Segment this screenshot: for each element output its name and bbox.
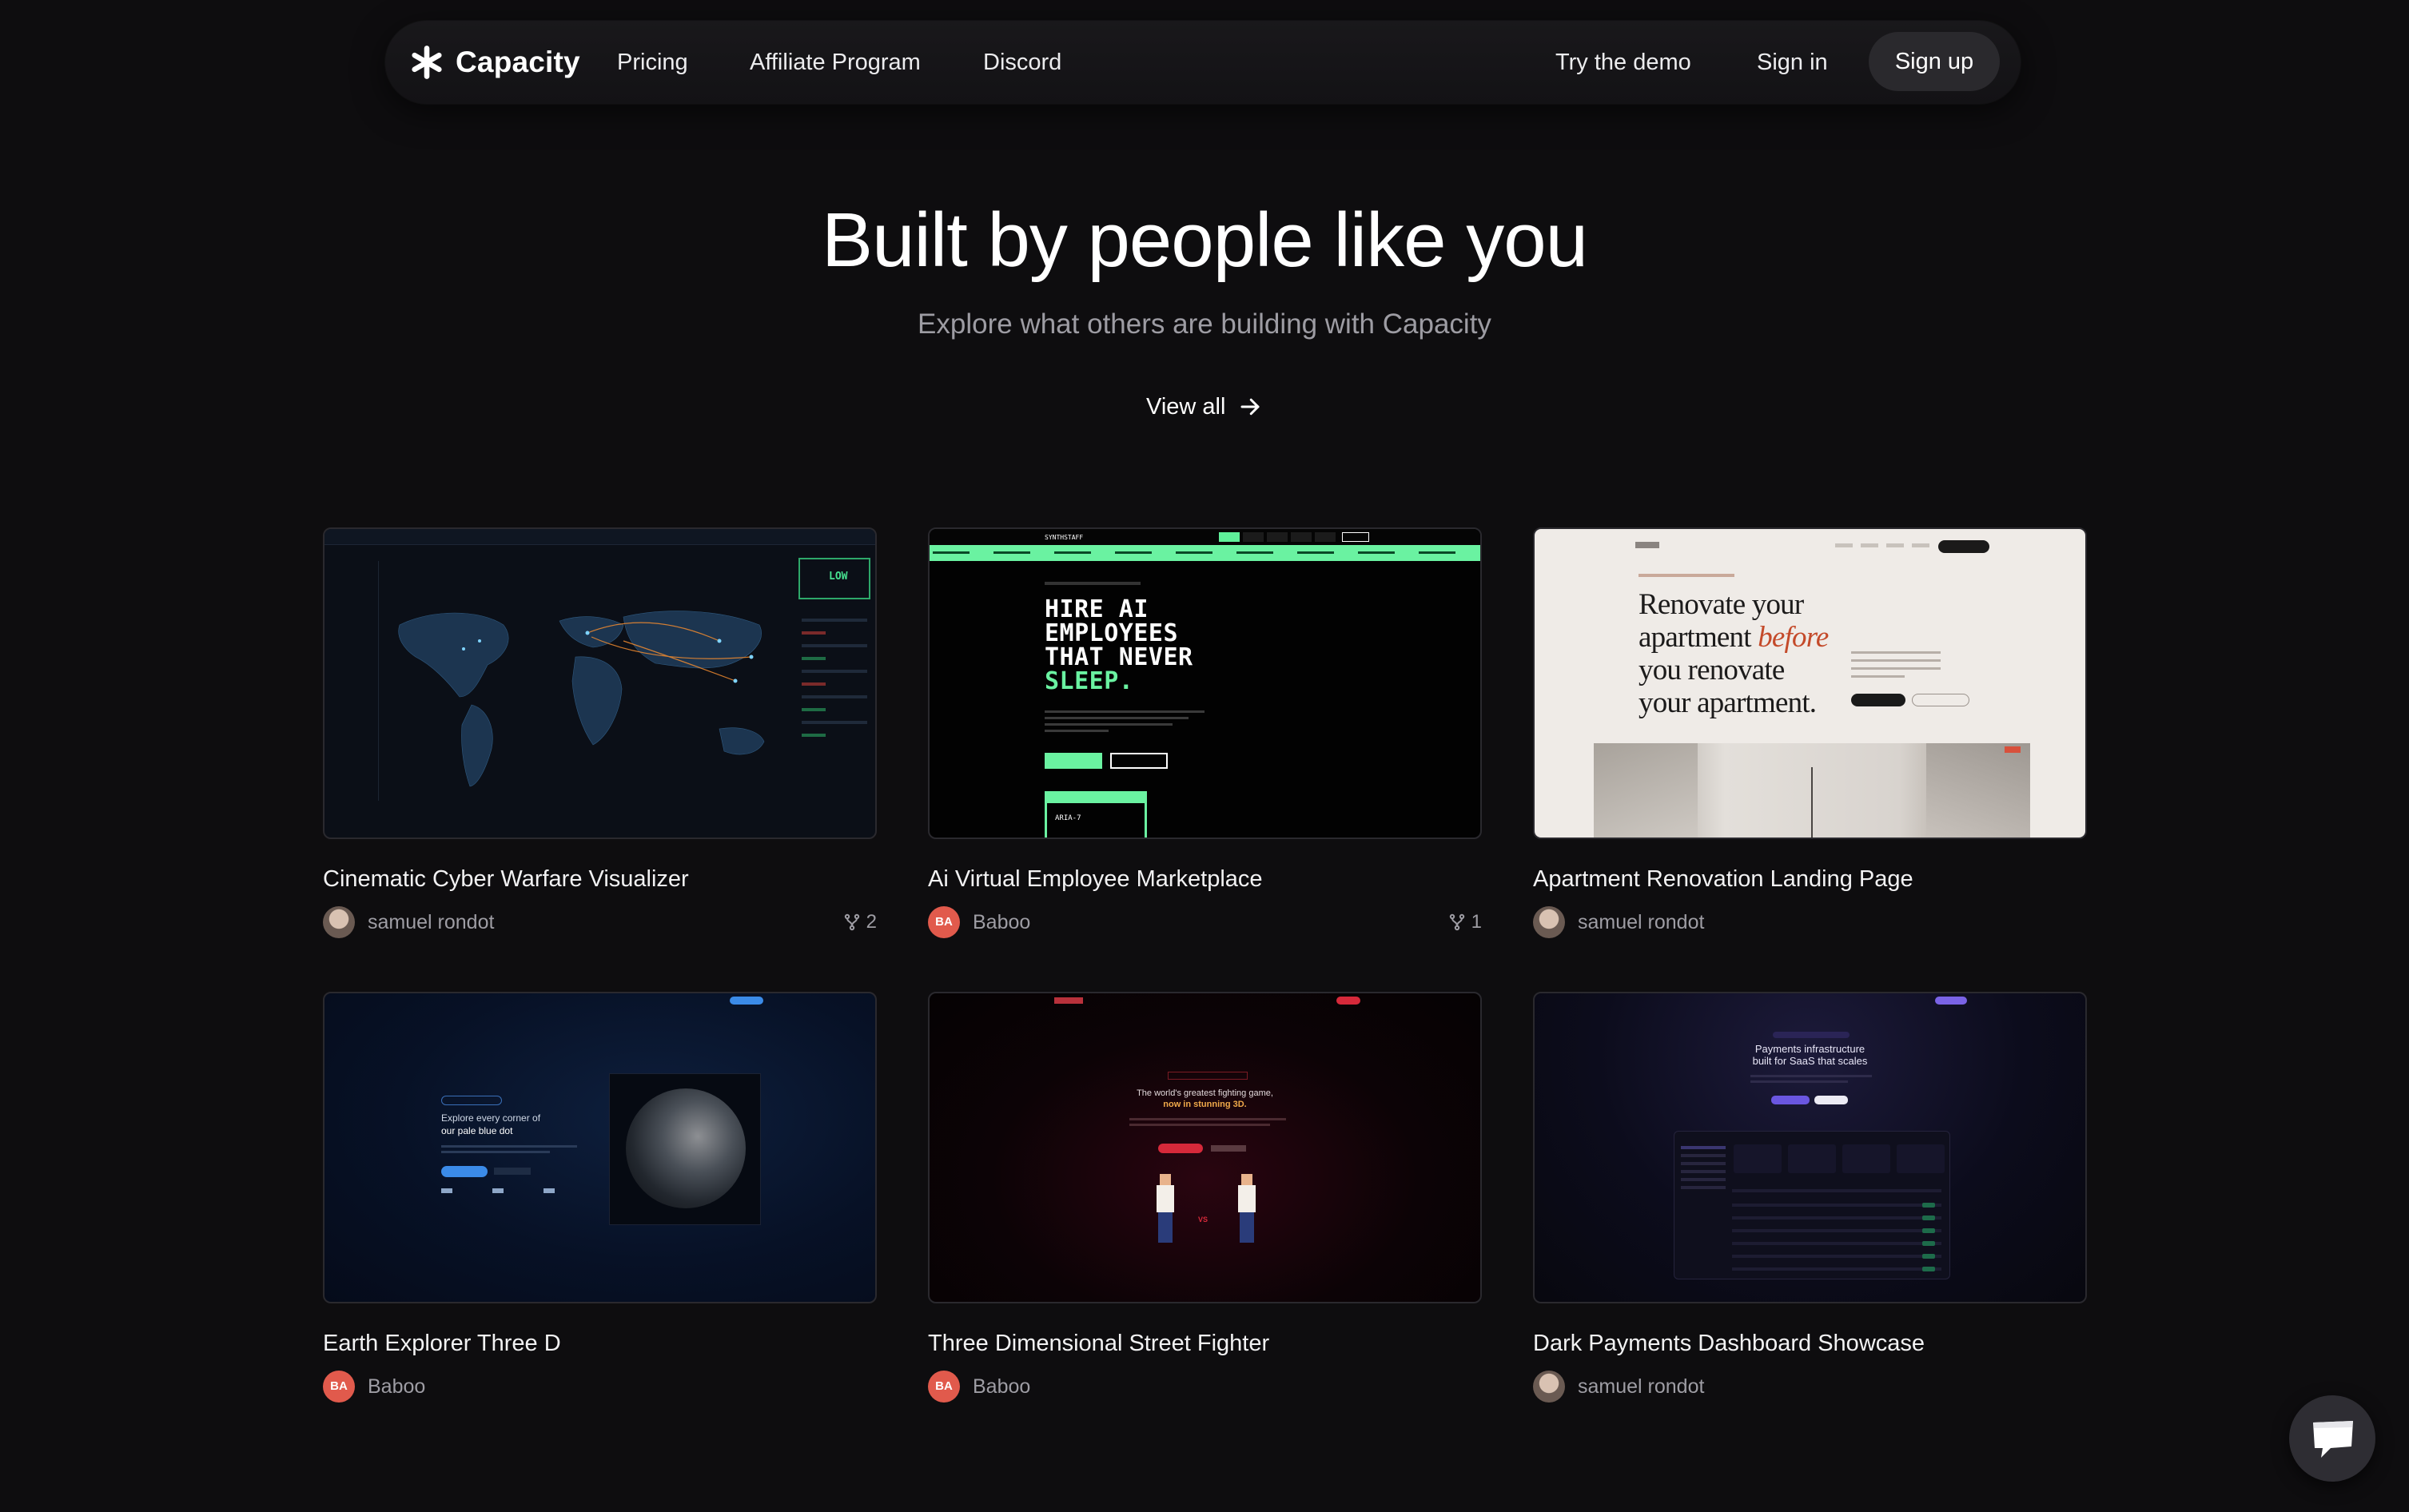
thumb-primary-button — [1851, 694, 1905, 706]
author-name: Baboo — [973, 1375, 1031, 1398]
threat-level-badge: LOW — [798, 558, 870, 599]
project-title[interactable]: Apartment Renovation Landing Page — [1533, 866, 1913, 893]
chat-launcher-button[interactable] — [2289, 1395, 2375, 1482]
thumb-secondary-button — [1912, 694, 1969, 706]
project-author[interactable]: BA Baboo — [928, 1371, 1030, 1403]
thumb-headline: HIRE AI EMPLOYEES THAT NEVER SLEEP. — [1045, 595, 1193, 695]
thumb-eyebrow — [1639, 574, 1734, 577]
thumb-topbar — [1653, 997, 1967, 1006]
thumb-headline: Payments infrastructure built for SaaS t… — [1752, 1043, 1868, 1067]
fork-icon — [1449, 913, 1464, 931]
author-name: Baboo — [368, 1375, 426, 1398]
top-navigation-bar: Capacity Pricing Affiliate Program Disco… — [385, 21, 2021, 104]
project-title[interactable]: Dark Payments Dashboard Showcase — [1533, 1331, 1925, 1357]
fighter-left — [1155, 1174, 1176, 1243]
view-all-link[interactable]: View all — [1146, 390, 1262, 424]
fork-count-value: 1 — [1471, 911, 1482, 933]
versus-label: VS — [1198, 1216, 1208, 1224]
project-title[interactable]: Cinematic Cyber Warfare Visualizer — [323, 866, 689, 893]
thumb-paragraph — [1750, 1072, 1872, 1086]
thumb-headline: The world's greatest fighting game, now … — [1137, 1088, 1273, 1109]
thumb-ticker — [930, 545, 1480, 561]
thumb-headline: Explore every corner of our pale blue do… — [441, 1112, 541, 1136]
thumb-paragraph — [1851, 646, 1941, 683]
thumb-stats — [441, 1188, 569, 1204]
avatar: BA — [928, 906, 960, 938]
thumb-agent-card: ARIA-7 — [1045, 791, 1147, 838]
thumb-paragraph — [441, 1142, 577, 1156]
thumb-logo-text: SYNTHSTAFF — [1045, 534, 1084, 541]
view-all-label: View all — [1146, 393, 1226, 420]
asterisk-logo-icon — [412, 46, 442, 79]
fighter-right — [1236, 1174, 1257, 1243]
project-thumbnail[interactable]: The world's greatest fighting game, now … — [928, 992, 1482, 1303]
fork-count: 1 — [1447, 906, 1482, 938]
sign-up-button[interactable]: Sign up — [1869, 32, 2000, 91]
brand-name: Capacity — [456, 46, 580, 78]
thumb-room-image — [1594, 743, 2030, 838]
thumb-paragraph — [1045, 706, 1204, 736]
page-subtitle: Explore what others are building with Ca… — [918, 308, 1491, 340]
project-title[interactable]: Ai Virtual Employee Marketplace — [928, 866, 1263, 893]
thumb-topbar — [1054, 997, 1360, 1006]
project-thumbnail[interactable]: Explore every corner of our pale blue do… — [323, 992, 877, 1303]
nav-link-pricing[interactable]: Pricing — [617, 21, 688, 104]
avatar — [1533, 1371, 1565, 1403]
author-name: Baboo — [973, 910, 1031, 933]
thumb-secondary-button — [1211, 1145, 1246, 1152]
try-demo-link[interactable]: Try the demo — [1555, 21, 1691, 104]
author-name: samuel rondot — [1578, 910, 1705, 933]
thumb-paragraph — [1129, 1115, 1286, 1129]
thumb-primary-button — [1158, 1144, 1203, 1153]
project-author[interactable]: samuel rondot — [1533, 906, 1704, 938]
thumb-eyebrow — [1045, 582, 1141, 585]
nav-link-affiliate-program[interactable]: Affiliate Program — [750, 21, 921, 104]
thumb-topbar — [325, 529, 875, 545]
thumb-secondary-button — [494, 1168, 531, 1175]
sign-in-link[interactable]: Sign in — [1757, 21, 1828, 104]
thumb-primary-button — [1771, 1096, 1810, 1104]
thumb-right-panel — [798, 609, 870, 801]
page-title: Built by people like you — [822, 197, 1588, 283]
avatar: BA — [323, 1371, 355, 1403]
brand-logo-link[interactable]: Capacity — [409, 40, 580, 85]
thumb-secondary-button — [1814, 1096, 1848, 1104]
project-author[interactable]: BA Baboo — [928, 906, 1030, 938]
fork-count-value: 2 — [866, 911, 877, 933]
thumb-primary-button — [441, 1166, 488, 1177]
thumb-eyebrow — [1773, 1032, 1850, 1038]
project-author[interactable]: BA Baboo — [323, 1371, 425, 1403]
thumb-topbar — [420, 997, 763, 1008]
thumb-eyebrow — [441, 1096, 502, 1105]
nav-link-discord[interactable]: Discord — [983, 21, 1061, 104]
thumb-topbar — [1635, 540, 1989, 553]
project-thumbnail[interactable]: LOW — [323, 527, 877, 839]
project-thumbnail[interactable]: SYNTHSTAFF HIRE AI EMPLOYEES THAT NEVER … — [928, 527, 1482, 839]
thumb-topbar: SYNTHSTAFF — [930, 529, 1480, 545]
thumb-secondary-button — [1110, 753, 1168, 769]
thumb-left-panel — [331, 561, 379, 801]
thumb-eyebrow — [1168, 1072, 1248, 1080]
project-title[interactable]: Earth Explorer Three D — [323, 1331, 561, 1357]
avatar — [323, 906, 355, 938]
thumb-headline: Renovate your apartment before you renov… — [1639, 588, 1829, 719]
project-title[interactable]: Three Dimensional Street Fighter — [928, 1331, 1269, 1357]
thumb-dashboard-preview — [1674, 1131, 1950, 1279]
chat-bubble-icon — [2313, 1421, 2353, 1458]
author-name: samuel rondot — [1578, 1375, 1705, 1398]
avatar — [1533, 906, 1565, 938]
thumb-primary-button — [1045, 753, 1102, 769]
author-name: samuel rondot — [368, 910, 495, 933]
fork-count: 2 — [842, 906, 877, 938]
avatar: BA — [928, 1371, 960, 1403]
project-author[interactable]: samuel rondot — [323, 906, 494, 938]
thumb-globe-image — [609, 1073, 761, 1225]
project-thumbnail[interactable]: Renovate your apartment before you renov… — [1533, 527, 2087, 839]
project-author[interactable]: samuel rondot — [1533, 1371, 1704, 1403]
project-thumbnail[interactable]: Payments infrastructure built for SaaS t… — [1533, 992, 2087, 1303]
fork-icon — [844, 913, 859, 931]
arrow-right-icon — [1240, 398, 1260, 416]
world-map-graphic — [398, 611, 765, 787]
